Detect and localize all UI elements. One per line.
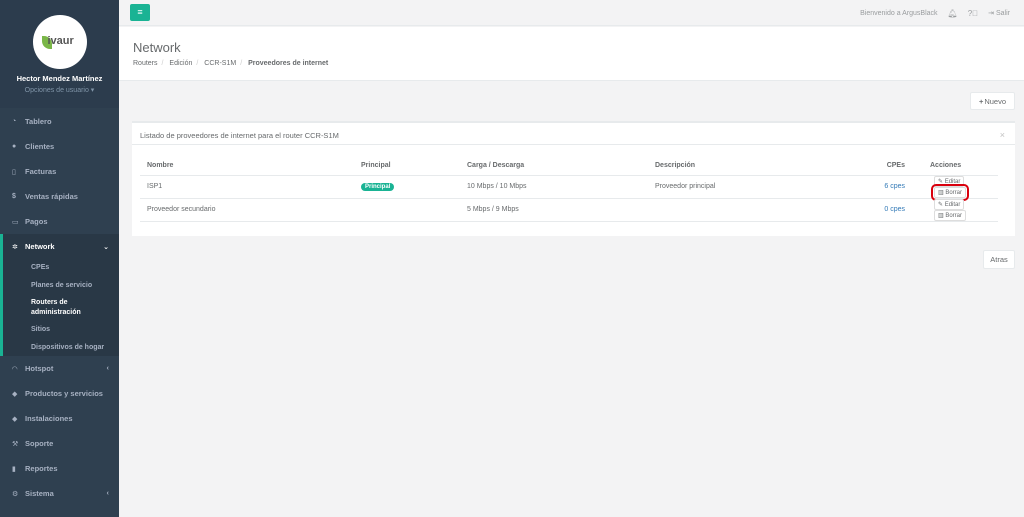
trash-icon: ▥ (938, 212, 944, 219)
edit-icon: ✎ (938, 178, 944, 185)
table-header-row: Nombre Principal Carga / Descarga Descri… (140, 157, 998, 176)
money-icon: ▭ (12, 218, 19, 226)
page-header: Network Routers / Edición / CCR-S1M / Prove… (119, 27, 1024, 81)
sidebar: ivaur Hector Mendez Martínez Opciones de… (0, 0, 119, 517)
logout-link[interactable]: ⇥ Salir (988, 9, 1010, 17)
sidebar-item-clientes[interactable]: ● Clientes (0, 134, 119, 159)
chevron-left-icon: ‹ (106, 490, 109, 497)
menu-toggle-button[interactable]: ≡ (130, 4, 150, 21)
cell-cpes: 0 cpes (798, 198, 912, 222)
table-row: Proveedor secundario 5 Mbps / 9 Mbps 0 c… (140, 198, 998, 222)
dollar-icon: $ (12, 193, 16, 200)
panel-title: Listado de proveedores de internet para … (140, 131, 339, 140)
sidebar-item-ventas-rapidas[interactable]: $ Ventas rápidas (0, 184, 119, 209)
table-row: ISP1 Principal 10 Mbps / 10 Mbps Proveed… (140, 175, 998, 201)
cell-acciones: ✎ Editar ▥ Borrar (912, 175, 998, 201)
profile-section: ivaur Hector Mendez Martínez Opciones de… (0, 0, 119, 108)
cell-descripcion: Proveedor principal (648, 175, 798, 199)
cell-nombre: Proveedor secundario (140, 198, 354, 222)
breadcrumb: Routers / Edición / CCR-S1M / Proveedores d… (133, 60, 329, 67)
avatar[interactable]: ivaur (32, 15, 87, 69)
cell-acciones: ✎ Editar ▥ Borrar (912, 198, 998, 222)
sidebar-item-network[interactable]: ✲ Network ⌄ (0, 234, 119, 259)
network-submenu: CPEs Planes de servicio Routers de admin… (0, 259, 119, 356)
cell-descripcion (648, 198, 798, 222)
book-icon: ▮ (12, 465, 16, 473)
sidebar-item-pagos[interactable]: ▭ Pagos (0, 209, 119, 234)
cell-principal: Principal (354, 175, 460, 199)
col-acciones: Acciones (912, 157, 998, 176)
breadcrumb-current: Proveedores de internet (248, 60, 329, 67)
help-icon[interactable]: ?⃝ (968, 9, 978, 18)
cogs-icon: ⚙ (12, 490, 19, 498)
chevron-left-icon: ‹ (106, 365, 109, 372)
nuevo-button[interactable]: + Nuevo (970, 92, 1015, 110)
breadcrumb-routers[interactable]: Routers (133, 60, 158, 67)
providers-table: Nombre Principal Carga / Descarga Descri… (140, 157, 998, 222)
users-icon: ● (12, 143, 17, 150)
trash-icon: ▥ (938, 189, 944, 196)
col-descripcion: Descripción (648, 157, 798, 176)
sidebar-item-hotspot[interactable]: ◠ Hotspot ‹ (0, 356, 119, 381)
submenu-item-cpes[interactable]: CPEs (3, 259, 119, 277)
breadcrumb-router[interactable]: CCR-S1M (204, 60, 236, 67)
submenu-item-sitios[interactable]: Sitios (3, 321, 119, 339)
file-icon: ▯ (12, 168, 16, 176)
user-name: Hector Mendez Martínez (16, 74, 103, 83)
wrench-icon: ⚒ (12, 440, 19, 448)
sidebar-item-facturas[interactable]: ▯ Facturas (0, 159, 119, 184)
edit-icon: ✎ (938, 201, 944, 208)
cpes-link[interactable]: 6 cpes (884, 183, 905, 190)
borrar-button[interactable]: ▥ Borrar (930, 183, 970, 201)
cpes-link[interactable]: 0 cpes (884, 206, 905, 213)
bell-icon[interactable]: 🔔︎ (948, 9, 958, 18)
sidebar-item-soporte[interactable]: ⚒ Soporte (0, 431, 119, 456)
col-principal: Principal (354, 157, 460, 176)
editar-button[interactable]: ✎ Editar (934, 198, 965, 210)
welcome-text: Bienvenido a ArgusBlack (860, 9, 938, 17)
col-carga: Carga / Descarga (460, 157, 648, 176)
network-icon: ✲ (12, 243, 18, 251)
hamburger-icon: ≡ (137, 7, 143, 17)
breadcrumb-edicion[interactable]: Edición (169, 60, 192, 67)
tag-icon: ◆ (12, 390, 18, 398)
close-icon[interactable]: × (1000, 130, 1005, 140)
sidebar-item-instalaciones[interactable]: ◆ Instalaciones (0, 406, 119, 431)
providers-panel: Listado de proveedores de internet para … (132, 121, 1015, 236)
cell-nombre: ISP1 (140, 175, 354, 199)
sidebar-item-productos[interactable]: ◆ Productos y servicios (0, 381, 119, 406)
sidebar-item-reportes[interactable]: ▮ Reportes (0, 456, 119, 481)
dashboard-icon: ◔ (12, 118, 17, 125)
chevron-down-icon: ⌄ (103, 243, 109, 251)
submenu-item-routers[interactable]: Routers de administración (3, 294, 119, 321)
plus-icon: + (978, 96, 984, 106)
cell-carga: 10 Mbps / 10 Mbps (460, 175, 648, 199)
user-options-dropdown[interactable]: Opciones de usuario ▾ (0, 86, 119, 94)
atras-button[interactable]: Atras (983, 250, 1015, 269)
cell-principal (354, 198, 460, 222)
logo-text: ivaur (47, 35, 74, 47)
cell-carga: 5 Mbps / 9 Mbps (460, 198, 648, 222)
sidebar-item-tablero[interactable]: ◔ Tablero (0, 109, 119, 134)
sidebar-item-sistema[interactable]: ⚙ Sistema ‹ (0, 481, 119, 506)
wifi-icon: ◠ (12, 365, 18, 373)
panel-header: Listado de proveedores de internet para … (132, 123, 1015, 145)
borrar-button[interactable]: ▥ Borrar (934, 209, 967, 221)
page-title: Network (133, 40, 181, 55)
top-right-area: Bienvenido a ArgusBlack 🔔︎ ?⃝ ⇥ Salir (860, 0, 1010, 26)
editar-button[interactable]: ✎ Editar (934, 175, 965, 187)
tags-icon: ◆ (12, 415, 18, 423)
cell-cpes: 6 cpes (798, 175, 912, 199)
col-cpes: CPEs (798, 157, 912, 176)
submenu-item-planes[interactable]: Planes de servicio (3, 277, 119, 295)
principal-badge: Principal (361, 183, 395, 191)
sign-out-icon: ⇥ (988, 10, 995, 17)
top-navbar: ≡ Bienvenido a ArgusBlack 🔔︎ ?⃝ ⇥ Salir (119, 0, 1024, 26)
col-nombre: Nombre (140, 157, 354, 176)
submenu-item-dispositivos[interactable]: Dispositivos de hogar (3, 339, 119, 357)
